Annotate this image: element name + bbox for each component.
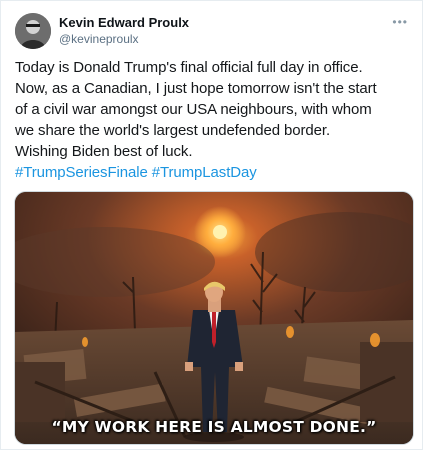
author-display-name[interactable]: Kevin Edward Proulx (59, 15, 189, 31)
hashtag-link[interactable]: #TrumpSeriesFinale (15, 164, 148, 181)
tweet-text-line: Now, as a Canadian, I just hope tomorrow… (15, 80, 377, 97)
meme-caption: “MY WORK HERE IS ALMOST DONE.” (51, 418, 377, 436)
fire-scene-illustration (15, 192, 413, 444)
tweet-card: Kevin Edward Proulx @kevineproulx ••• To… (0, 0, 423, 450)
hashtag-row: #TrumpSeriesFinale #TrumpLastDay (15, 162, 413, 183)
tweet-header: Kevin Edward Proulx @kevineproulx ••• (15, 13, 408, 51)
profile-photo-icon[interactable] (15, 13, 51, 49)
tweet-text-line: we share the world's largest undefended … (15, 122, 331, 139)
tweet-text: Today is Donald Trump's final official f… (15, 57, 413, 183)
tweet-text-line: Wishing Biden best of luck. (15, 143, 193, 160)
avatar-image (15, 13, 51, 49)
tweet-text-line: Today is Donald Trump's final official f… (15, 59, 363, 76)
hashtag-link[interactable]: #TrumpLastDay (152, 164, 257, 181)
tweet-text-line: of a civil war amongst our USA neighbour… (15, 101, 372, 118)
author-block: Kevin Edward Proulx @kevineproulx (59, 15, 189, 47)
tweet-media-image[interactable]: “MY WORK HERE IS ALMOST DONE.” (14, 191, 414, 445)
author-handle[interactable]: @kevineproulx (59, 31, 189, 47)
more-options-icon[interactable]: ••• (392, 15, 408, 29)
